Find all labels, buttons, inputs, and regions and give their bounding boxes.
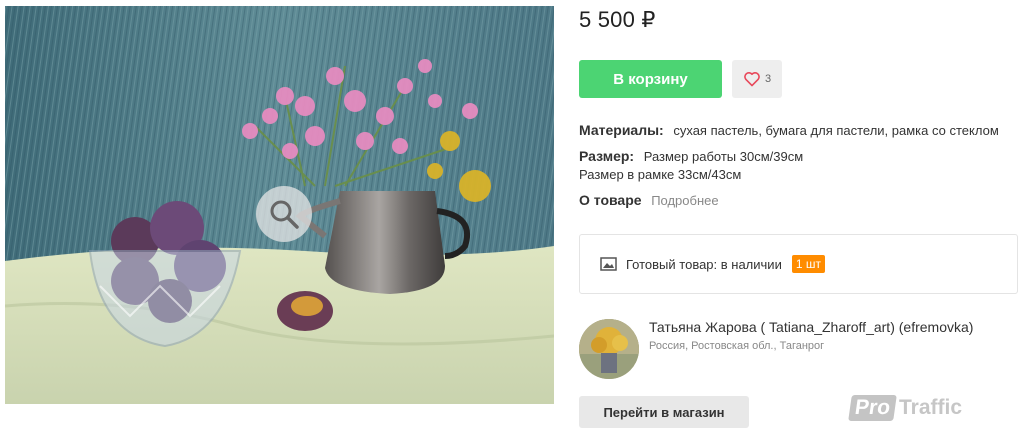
size-value-work: Размер работы 30см/39см [643, 149, 804, 164]
heart-icon [744, 72, 760, 87]
size-value-frame: Размер в рамке 33см/43см [579, 167, 742, 182]
stock-status: Готовый товар: в наличии [626, 256, 782, 272]
go-to-shop-button[interactable]: Перейти в магазин [579, 396, 749, 428]
image-icon [600, 257, 617, 271]
quantity-badge: 1 шт [791, 255, 825, 273]
watermark-traffic: Traffic [899, 396, 963, 419]
about-row: О товаре Подробнее [579, 192, 719, 208]
seller-location: Россия, Ростовская обл., Таганрог [649, 340, 825, 352]
materials-row: Материалы: сухая пастель, бумага для пас… [579, 122, 999, 138]
price: 5 500 ₽ [579, 7, 656, 32]
favorite-count: 3 [764, 73, 772, 85]
more-details-link[interactable]: Подробнее [651, 193, 718, 208]
stock-info: Готовый товар: в наличии 1 шт [579, 234, 1018, 294]
zoom-button[interactable] [256, 186, 312, 242]
materials-label: Материалы: [579, 122, 664, 138]
watermark-pro: Pro [848, 395, 897, 421]
favorite-button[interactable]: 3 [732, 60, 782, 98]
avatar-image [579, 319, 639, 379]
seller-avatar[interactable] [579, 319, 639, 379]
seller-name[interactable]: Татьяна Жарова ( Tatiana_Zharoff_art) (e… [649, 319, 973, 335]
materials-value: сухая пастель, бумага для пастели, рамка… [673, 123, 999, 138]
about-label: О товаре [579, 192, 642, 208]
add-to-cart-button[interactable]: В корзину [579, 60, 722, 98]
size-row: Размер: Размер работы 30см/39см [579, 148, 803, 164]
product-image[interactable] [5, 6, 554, 404]
size-label: Размер: [579, 148, 635, 164]
magnifier-icon [270, 200, 299, 229]
watermark-logo: Pro Traffic [848, 395, 963, 421]
